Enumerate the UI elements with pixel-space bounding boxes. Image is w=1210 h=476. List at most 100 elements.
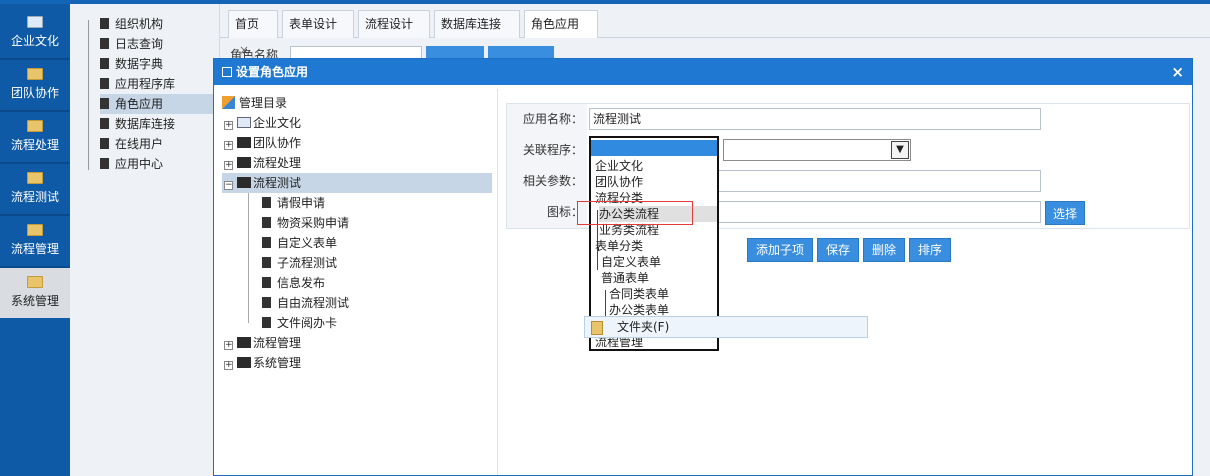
sub-item-app-center[interactable]: 应用中心 xyxy=(100,154,220,174)
document-icon xyxy=(262,317,271,328)
tree-node-process-mgmt[interactable]: + 流程管理 xyxy=(224,333,301,353)
program-label: 关联程序： xyxy=(507,135,587,166)
tree-node-culture[interactable]: + 企业文化 xyxy=(224,113,301,133)
tree-node-process[interactable]: + 流程处理 xyxy=(224,153,301,173)
dropdown-guide-line xyxy=(605,290,606,316)
folder-open-icon xyxy=(237,177,251,188)
sub-item-log[interactable]: 日志查询 xyxy=(100,34,220,54)
choose-button[interactable]: 选择 xyxy=(1045,201,1085,225)
tree-leaf-leave-request[interactable]: 请假申请 xyxy=(262,193,325,213)
tree-guide-line xyxy=(88,20,89,170)
drag-tooltip: 文件夹(F) xyxy=(584,316,868,338)
nav-item-process-mgmt[interactable]: 流程管理 xyxy=(0,216,70,266)
app-name-input[interactable]: 流程测试 xyxy=(589,108,1041,130)
folder-icon xyxy=(237,337,251,348)
tree-node-label: 流程处理 xyxy=(253,156,302,170)
nav-item-system[interactable]: 系统管理 xyxy=(0,268,70,318)
sub-item-dictionary[interactable]: 数据字典 xyxy=(100,54,220,74)
nav-item-culture[interactable]: 企业文化 xyxy=(0,8,70,58)
close-icon[interactable]: × xyxy=(1171,59,1184,85)
tree-leaf-free-process-test[interactable]: 自由流程测试 xyxy=(262,293,349,313)
app-name-label: 应用名称： xyxy=(507,104,587,135)
tab-bar: 首页× 表单设计× 流程设计× 数据库连接× 角色应用× xyxy=(220,4,1210,57)
document-icon xyxy=(100,158,109,169)
icon-label: 图标： xyxy=(507,197,587,228)
document-icon xyxy=(262,297,271,308)
sub-item-role-app[interactable]: 角色应用 xyxy=(100,94,220,114)
tree-node-label: 流程测试 xyxy=(253,176,302,190)
left-nav: 企业文化 团队协作 流程处理 流程测试 流程管理 系统管理 xyxy=(0,4,70,476)
folder-icon xyxy=(27,172,43,184)
highlight-box xyxy=(577,201,693,225)
tab-label: 表单设计 xyxy=(289,17,338,31)
expand-icon[interactable]: + xyxy=(224,161,233,170)
folder-icon xyxy=(27,224,43,236)
document-icon xyxy=(262,217,271,228)
folder-icon xyxy=(237,157,251,168)
tree-leaf-publish-info[interactable]: 信息发布 xyxy=(262,273,325,293)
sub-item-db-connection[interactable]: 数据库连接 xyxy=(100,114,220,134)
folder-icon xyxy=(27,120,43,132)
expand-icon[interactable]: + xyxy=(224,361,233,370)
dropdown-item[interactable]: 合同类表单 xyxy=(609,286,669,302)
dropdown-item[interactable]: 自定义表单 xyxy=(601,254,661,270)
tree-node-label: 文件阅办卡 xyxy=(277,316,338,330)
tab-role-app[interactable]: 角色应用× xyxy=(524,10,598,57)
expand-icon[interactable]: + xyxy=(224,141,233,150)
chevron-down-icon[interactable]: ▼ xyxy=(891,141,909,159)
tree-leaf-purchase-request[interactable]: 物资采购申请 xyxy=(262,213,349,233)
sub-item-label: 应用程序库 xyxy=(115,77,176,91)
tab-form-design[interactable]: 表单设计× xyxy=(282,10,354,57)
dropdown-selected-row[interactable] xyxy=(591,140,717,156)
tab-label: 数据库连接 xyxy=(441,17,502,31)
document-icon xyxy=(262,257,271,268)
nav-item-label: 流程处理 xyxy=(10,138,59,152)
sub-item-online-users[interactable]: 在线用户 xyxy=(100,134,220,154)
sub-item-org[interactable]: 组织机构 xyxy=(100,14,220,34)
folder-icon xyxy=(237,137,251,148)
drag-tooltip-label: 文件夹(F) xyxy=(617,320,670,334)
tree-node-label: 企业文化 xyxy=(253,116,302,130)
expand-icon[interactable]: + xyxy=(224,341,233,350)
tree-node-label: 管理目录 xyxy=(239,96,288,110)
nav-item-process-test[interactable]: 流程测试 xyxy=(0,164,70,214)
add-child-button[interactable]: 添加子项 xyxy=(747,238,813,262)
collapse-icon[interactable]: − xyxy=(224,181,233,190)
nav-item-process[interactable]: 流程处理 xyxy=(0,112,70,162)
nav-item-label: 团队协作 xyxy=(10,86,59,100)
id-card-icon xyxy=(237,117,251,128)
sub-nav: 组织机构 日志查询 数据字典 应用程序库 角色应用 数据库连接 在线用户 应用中… xyxy=(70,4,220,476)
save-button[interactable]: 保存 xyxy=(817,238,859,262)
program-select[interactable]: ▼ xyxy=(723,139,911,161)
tree-leaf-file-card[interactable]: 文件阅办卡 xyxy=(262,313,337,333)
delete-button[interactable]: 删除 xyxy=(863,238,905,262)
nav-item-label: 流程管理 xyxy=(10,242,59,256)
params-label: 相关参数： xyxy=(507,166,587,197)
dropdown-item[interactable]: 表单分类 xyxy=(595,238,643,254)
tree-node-process-test[interactable]: − 流程测试 xyxy=(222,173,492,193)
tab-process-design[interactable]: 流程设计× xyxy=(358,10,430,57)
dropdown-item[interactable]: 普通表单 xyxy=(601,270,649,286)
tree-node-label: 系统管理 xyxy=(253,356,302,370)
tree-root[interactable]: 管理目录 xyxy=(222,93,287,113)
tab-label: 角色应用 xyxy=(531,17,580,31)
tree-node-label: 流程管理 xyxy=(253,336,302,350)
expand-icon[interactable]: + xyxy=(224,121,233,130)
sub-item-app-library[interactable]: 应用程序库 xyxy=(100,74,220,94)
sort-button[interactable]: 排序 xyxy=(909,238,951,262)
dropdown-item[interactable]: 团队协作 xyxy=(595,174,643,190)
nav-item-label: 流程测试 xyxy=(10,190,59,204)
tab-db-connection[interactable]: 数据库连接× xyxy=(434,10,520,57)
tree-node-system-mgmt[interactable]: + 系统管理 xyxy=(224,353,301,373)
document-icon xyxy=(100,98,109,109)
nav-item-label: 企业文化 xyxy=(10,34,59,48)
tab-label: 流程设计 xyxy=(365,17,414,31)
tab-home[interactable]: 首页× xyxy=(228,10,278,57)
tree-node-team[interactable]: + 团队协作 xyxy=(224,133,301,153)
tree-leaf-subprocess-test[interactable]: 子流程测试 xyxy=(262,253,337,273)
tree-leaf-custom-form[interactable]: 自定义表单 xyxy=(262,233,337,253)
dropdown-item[interactable]: 企业文化 xyxy=(595,158,643,174)
nav-item-team[interactable]: 团队协作 xyxy=(0,60,70,110)
document-icon xyxy=(262,237,271,248)
folder-icon xyxy=(27,276,43,288)
